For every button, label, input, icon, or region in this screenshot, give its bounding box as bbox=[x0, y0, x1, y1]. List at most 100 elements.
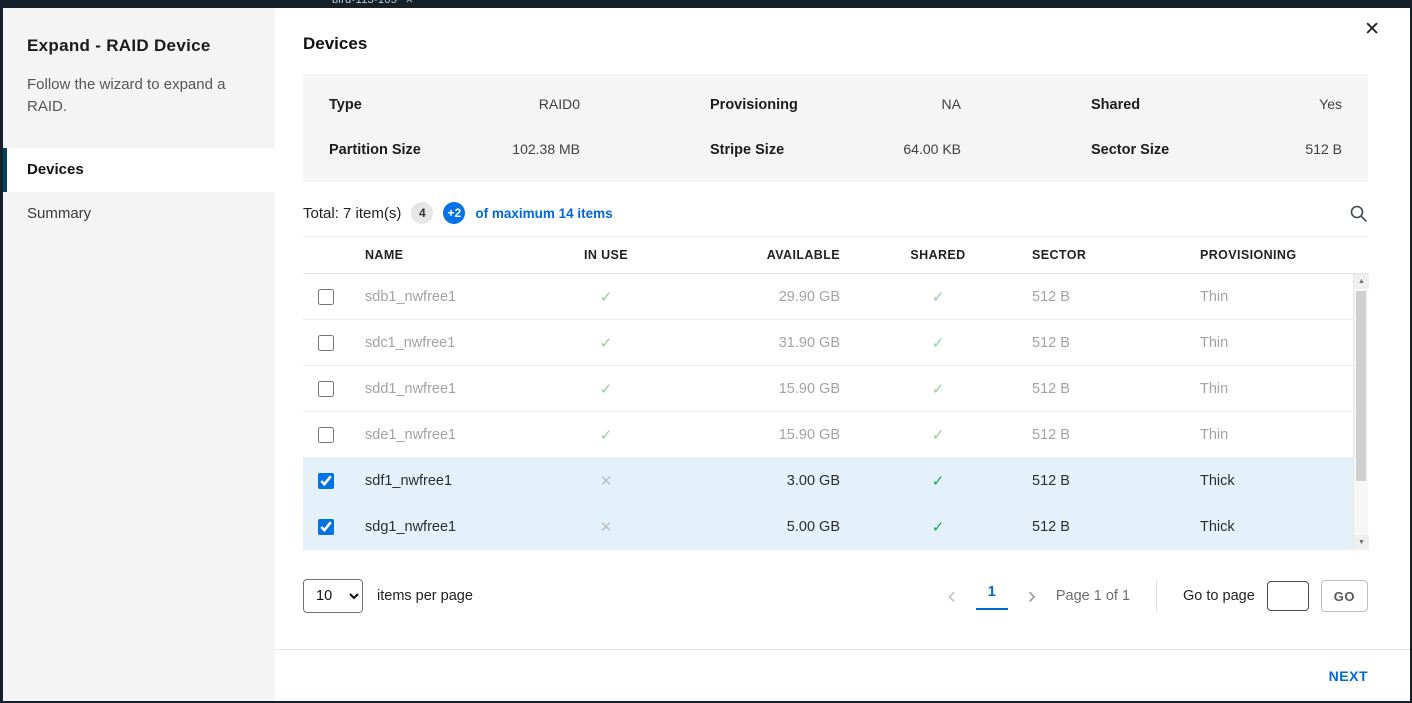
cell-available: 3.00 GB bbox=[643, 473, 853, 489]
cell-sector: 512 B bbox=[1023, 381, 1153, 397]
column-header-shared: SHARED bbox=[853, 248, 1023, 262]
cell-sector: 512 B bbox=[1023, 335, 1153, 351]
summary-item-stripe-size: Stripe Size 64.00 KB bbox=[710, 141, 961, 158]
row-checkbox[interactable] bbox=[318, 473, 334, 489]
expand-raid-wizard-dialog: Expand - RAID Device Follow the wizard t… bbox=[3, 8, 1410, 701]
cell-provisioning: Thin bbox=[1153, 427, 1368, 443]
close-icon[interactable]: ✕ bbox=[1364, 20, 1380, 39]
in-use-check-icon: ✓ bbox=[569, 288, 643, 306]
summary-label: Partition Size bbox=[329, 142, 421, 158]
summary-label: Type bbox=[329, 97, 362, 113]
background-tab-close-icon: ✕ bbox=[405, 0, 414, 6]
table-row[interactable]: sdg1_nwfree1 ✕ 5.00 GB ✓ 512 B Thick bbox=[303, 504, 1368, 550]
cell-name: sdc1_nwfree1 bbox=[349, 335, 569, 351]
total-row: Total: 7 item(s) 4 +2 of maximum 14 item… bbox=[303, 202, 1368, 224]
row-checkbox[interactable] bbox=[318, 289, 334, 305]
summary-value: 64.00 KB bbox=[903, 141, 961, 157]
summary-label: Shared bbox=[1091, 97, 1140, 113]
summary-item-shared: Shared Yes bbox=[1091, 96, 1342, 113]
summary-value: Yes bbox=[1319, 96, 1342, 112]
cell-available: 15.90 GB bbox=[643, 381, 853, 397]
row-checkbox[interactable] bbox=[318, 519, 334, 535]
devices-table: NAME IN USE AVAILABLE SHARED SECTOR PROV… bbox=[303, 236, 1368, 550]
shared-check-icon: ✓ bbox=[853, 288, 1023, 306]
cell-sector: 512 B bbox=[1023, 289, 1153, 305]
goto-page-group: Go to page GO bbox=[1156, 580, 1368, 612]
cell-sector: 512 B bbox=[1023, 473, 1153, 489]
background-tab-fragment: bird-113-105✕ bbox=[332, 0, 414, 6]
page-info-text: Page 1 of 1 bbox=[1056, 588, 1130, 604]
shared-check-icon: ✓ bbox=[853, 426, 1023, 444]
scroll-up-icon[interactable]: ▲ bbox=[1354, 274, 1369, 289]
cell-name: sdf1_nwfree1 bbox=[349, 473, 569, 489]
cell-provisioning: Thin bbox=[1153, 335, 1368, 351]
total-count-text: Total: 7 item(s) bbox=[303, 205, 401, 222]
wizard-footer: NEXT bbox=[275, 649, 1410, 701]
goto-page-input[interactable] bbox=[1267, 581, 1309, 611]
wizard-description: Follow the wizard to expand a RAID. bbox=[27, 74, 237, 118]
scrollbar-thumb[interactable] bbox=[1356, 291, 1366, 481]
cell-provisioning: Thick bbox=[1153, 473, 1368, 489]
cell-available: 15.90 GB bbox=[643, 427, 853, 443]
summary-label: Provisioning bbox=[710, 97, 798, 113]
row-checkbox[interactable] bbox=[318, 427, 334, 443]
in-use-cross-icon: ✕ bbox=[569, 472, 643, 490]
row-checkbox[interactable] bbox=[318, 381, 334, 397]
cell-available: 29.90 GB bbox=[643, 289, 853, 305]
prev-page-icon[interactable]: ‹ bbox=[948, 584, 956, 608]
vertical-scrollbar[interactable]: ▲ ▼ bbox=[1353, 274, 1368, 550]
in-use-cross-icon: ✕ bbox=[569, 518, 643, 536]
pagination-bar: 10 items per page ‹ 1 › Page 1 of 1 Go t… bbox=[303, 576, 1368, 616]
devices-panel: ✕ Devices Type RAID0 Provisioning NA Sha… bbox=[275, 8, 1410, 701]
table-row[interactable]: sdd1_nwfree1 ✓ 15.90 GB ✓ 512 B Thin bbox=[303, 366, 1368, 412]
summary-value: RAID0 bbox=[539, 96, 580, 112]
summary-item-type: Type RAID0 bbox=[329, 96, 580, 113]
column-header-name: NAME bbox=[349, 248, 569, 262]
go-button[interactable]: GO bbox=[1321, 580, 1368, 612]
shared-check-icon: ✓ bbox=[853, 472, 1023, 490]
summary-value: NA bbox=[942, 96, 961, 112]
existing-count-badge: 4 bbox=[411, 202, 433, 224]
cell-provisioning: Thin bbox=[1153, 381, 1368, 397]
cell-provisioning: Thick bbox=[1153, 519, 1368, 535]
summary-item-provisioning: Provisioning NA bbox=[710, 96, 961, 113]
page-size-select[interactable]: 10 bbox=[303, 579, 363, 613]
background-page-strip: bird-113-105✕ bbox=[0, 0, 1412, 8]
pager: ‹ 1 › Page 1 of 1 bbox=[948, 582, 1130, 610]
raid-summary-panel: Type RAID0 Provisioning NA Shared Yes Pa… bbox=[303, 74, 1368, 182]
table-row[interactable]: sdf1_nwfree1 ✕ 3.00 GB ✓ 512 B Thick bbox=[303, 458, 1368, 504]
scroll-down-icon[interactable]: ▼ bbox=[1354, 535, 1369, 550]
cell-sector: 512 B bbox=[1023, 427, 1153, 443]
table-row[interactable]: sde1_nwfree1 ✓ 15.90 GB ✓ 512 B Thin bbox=[303, 412, 1368, 458]
wizard-title: Expand - RAID Device bbox=[27, 36, 251, 56]
cell-name: sdg1_nwfree1 bbox=[349, 519, 569, 535]
step-summary-label: Summary bbox=[27, 205, 91, 222]
cell-name: sdd1_nwfree1 bbox=[349, 381, 569, 397]
step-summary[interactable]: Summary bbox=[3, 192, 275, 236]
search-icon[interactable] bbox=[1349, 204, 1368, 223]
column-header-available: AVAILABLE bbox=[643, 248, 853, 262]
table-header-row: NAME IN USE AVAILABLE SHARED SECTOR PROV… bbox=[303, 236, 1368, 274]
summary-item-partition-size: Partition Size 102.38 MB bbox=[329, 141, 580, 158]
wizard-sidebar: Expand - RAID Device Follow the wizard t… bbox=[3, 8, 275, 701]
current-page-button[interactable]: 1 bbox=[976, 582, 1008, 610]
summary-value: 512 B bbox=[1305, 141, 1342, 157]
row-checkbox[interactable] bbox=[318, 335, 334, 351]
summary-item-sector-size: Sector Size 512 B bbox=[1091, 141, 1342, 158]
next-page-icon[interactable]: › bbox=[1028, 584, 1036, 608]
table-row[interactable]: sdb1_nwfree1 ✓ 29.90 GB ✓ 512 B Thin bbox=[303, 274, 1368, 320]
step-devices[interactable]: Devices bbox=[3, 148, 275, 192]
in-use-check-icon: ✓ bbox=[569, 426, 643, 444]
column-header-provisioning: PROVISIONING bbox=[1153, 248, 1368, 262]
page-title: Devices bbox=[303, 34, 1368, 54]
shared-check-icon: ✓ bbox=[853, 334, 1023, 352]
summary-label: Sector Size bbox=[1091, 142, 1169, 158]
summary-label: Stripe Size bbox=[710, 142, 784, 158]
summary-value: 102.38 MB bbox=[512, 141, 580, 157]
column-header-in-use: IN USE bbox=[569, 248, 643, 262]
table-row[interactable]: sdc1_nwfree1 ✓ 31.90 GB ✓ 512 B Thin bbox=[303, 320, 1368, 366]
next-button[interactable]: NEXT bbox=[1329, 668, 1368, 684]
cell-available: 31.90 GB bbox=[643, 335, 853, 351]
shared-check-icon: ✓ bbox=[853, 380, 1023, 398]
in-use-check-icon: ✓ bbox=[569, 334, 643, 352]
